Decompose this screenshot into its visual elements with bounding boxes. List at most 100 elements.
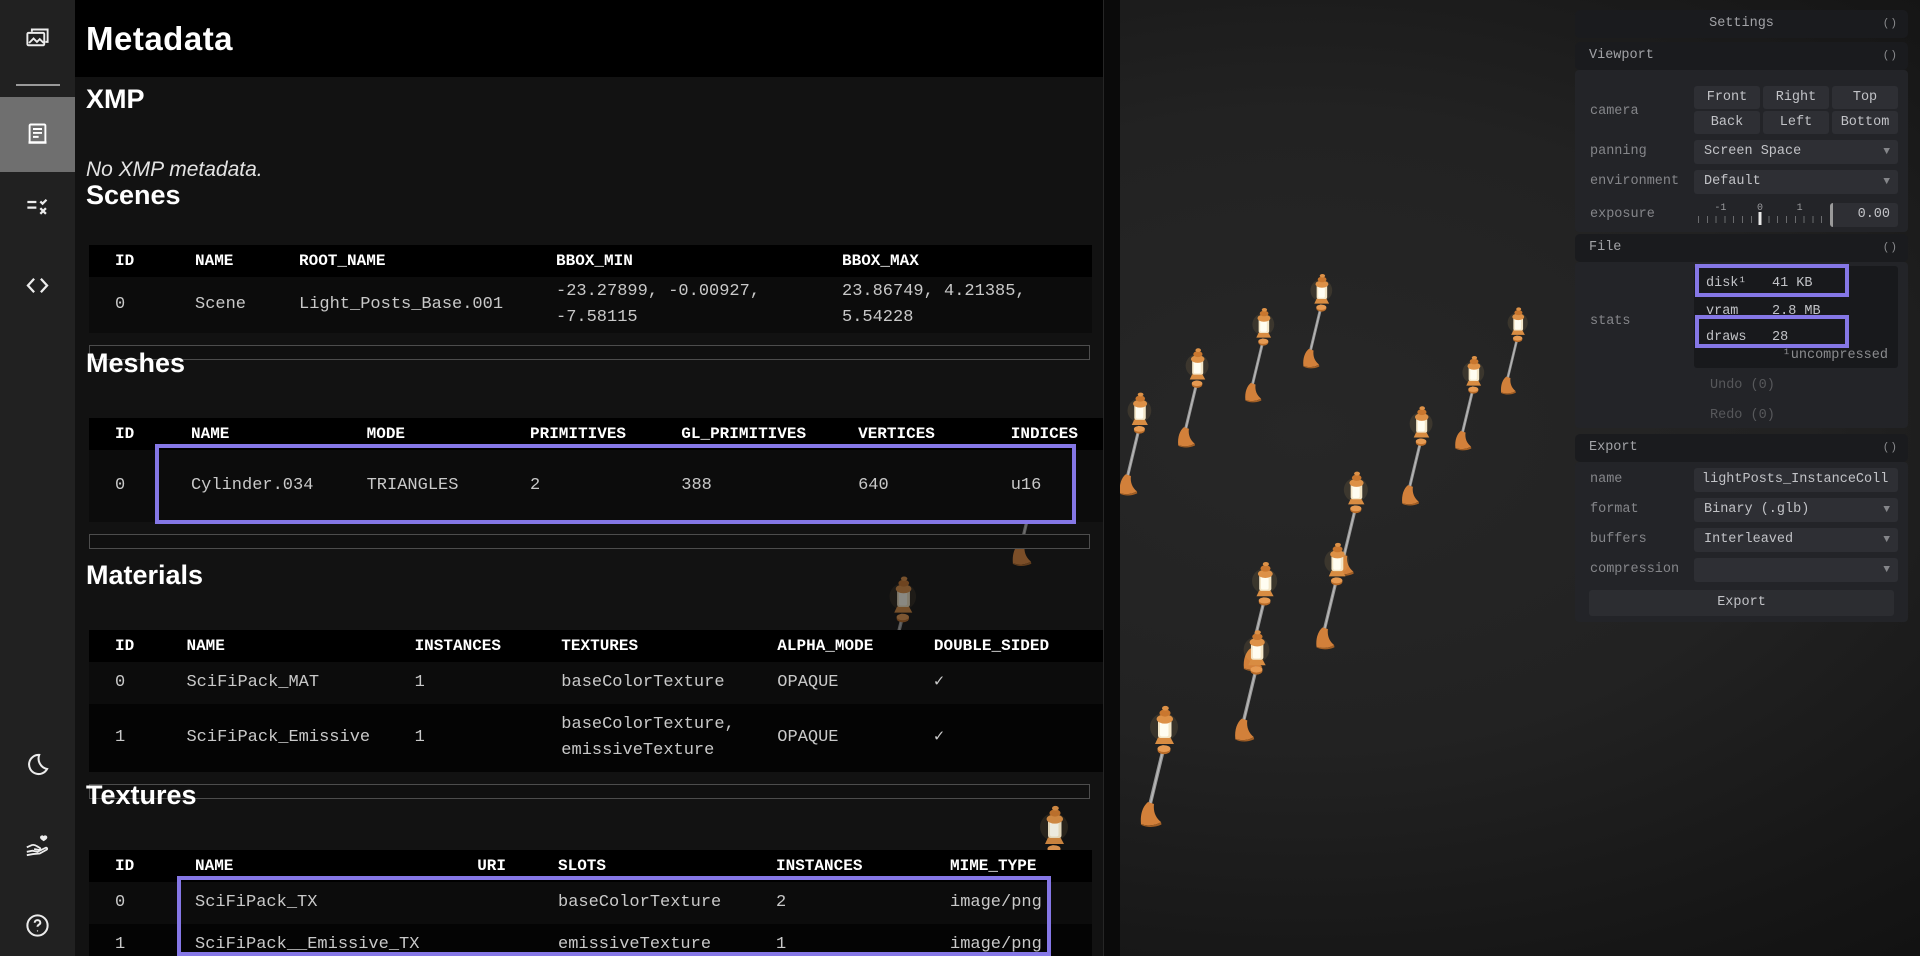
- camera-view-button-left[interactable]: Left: [1763, 111, 1829, 134]
- table-cell: ✓: [908, 704, 1119, 772]
- column-header: NAME: [165, 418, 341, 450]
- table-cell: baseColorTexture: [532, 882, 750, 924]
- column-header: MIME_TYPE: [924, 850, 1092, 882]
- column-header: MODE: [341, 418, 504, 450]
- section-title-xmp: XMP: [86, 84, 145, 115]
- panning-label: panning: [1590, 144, 1647, 159]
- images-icon[interactable]: [24, 25, 51, 52]
- table-cell: Light_Posts_Base.001: [273, 277, 530, 333]
- left-toolbar: [0, 0, 75, 956]
- lamp-post-model: [1298, 535, 1351, 649]
- code-icon[interactable]: [24, 272, 51, 299]
- viewport-folder-header[interactable]: Viewport (): [1575, 42, 1908, 70]
- table-footer-bar: [89, 534, 1090, 549]
- table-row: 1SciFiPack__Emissive_TXemissiveTexture1i…: [89, 924, 1092, 956]
- stat-label: vram: [1706, 304, 1738, 319]
- export-folder-header[interactable]: Export (): [1575, 434, 1908, 462]
- table-cell: 23.86749, 4.21385, 5.54228: [816, 277, 1092, 333]
- column-header: PRIMITIVES: [504, 418, 655, 450]
- column-header: DOUBLE_SIDED: [908, 630, 1119, 662]
- chevron-down-icon: ▼: [1883, 498, 1890, 522]
- table-footer-bar: [89, 784, 1090, 799]
- export-compression-label: compression: [1590, 562, 1679, 577]
- camera-view-button-front[interactable]: Front: [1694, 86, 1760, 109]
- chevron-down-icon: ▼: [1883, 558, 1890, 582]
- theme-moon-icon[interactable]: [24, 751, 51, 778]
- settings-pane: Settings () Viewport () camera FrontRigh…: [1575, 10, 1908, 622]
- table-cell: Cylinder.034: [165, 450, 341, 522]
- stat-label: disk¹: [1706, 276, 1747, 291]
- redo-button[interactable]: Redo (0): [1694, 404, 1898, 428]
- settings-header[interactable]: Settings (): [1575, 10, 1908, 38]
- exposure-slider-handle[interactable]: [1759, 212, 1762, 225]
- fold-icon[interactable]: (): [1883, 434, 1898, 462]
- viewport-folder-body: camera FrontRightTop BackLeftBottom panni…: [1575, 70, 1908, 232]
- table-cell: [429, 924, 532, 956]
- table-cell: SciFiPack_MAT: [160, 662, 388, 704]
- report-panel: Metadata XMPNo XMP metadata.ScenesIDNAME…: [75, 0, 1119, 956]
- lamp-post-model: [1385, 399, 1434, 506]
- camera-view-button-right[interactable]: Right: [1763, 86, 1829, 109]
- table-row: 1SciFiPack_Emissive1baseColorTexture, em…: [89, 704, 1119, 772]
- fold-icon[interactable]: (): [1883, 10, 1898, 38]
- section-title-scenes: Scenes: [86, 180, 181, 211]
- table-scenes: IDNAMEROOT_NAMEBBOX_MINBBOX_MAX0SceneLig…: [89, 245, 1092, 360]
- environment-select[interactable]: Default ▼: [1694, 170, 1898, 194]
- lamp-post-model: [1439, 349, 1486, 450]
- table-cell: baseColorTexture: [535, 662, 751, 704]
- export-compression-select[interactable]: ▼: [1694, 558, 1898, 582]
- column-header: ID: [89, 418, 165, 450]
- file-folder-header[interactable]: File (): [1575, 234, 1908, 262]
- table-cell: 1: [389, 704, 536, 772]
- table-cell: SciFiPack_Emissive: [160, 704, 388, 772]
- camera-view-button-bottom[interactable]: Bottom: [1832, 111, 1898, 134]
- camera-view-button-top[interactable]: Top: [1832, 86, 1898, 109]
- help-icon[interactable]: [24, 912, 51, 939]
- toolbar-divider: [16, 84, 60, 86]
- donate-hand-heart-icon[interactable]: [24, 831, 51, 858]
- table-cell: ✓: [908, 662, 1119, 704]
- column-header: NAME: [169, 850, 429, 882]
- exposure-slider[interactable]: -1 0 1: [1694, 200, 1826, 230]
- table-cell: 1: [750, 924, 924, 956]
- table-footer-bar: [89, 345, 1090, 360]
- stat-value: 28: [1772, 330, 1788, 345]
- validation-icon[interactable]: [24, 193, 51, 220]
- camera-label: camera: [1590, 104, 1639, 119]
- column-header: BBOX_MIN: [530, 245, 816, 277]
- table-cell: emissiveTexture: [532, 924, 750, 956]
- file-folder-body: stats ¹uncompressed disk¹41 KBvram2.8 MB…: [1575, 262, 1908, 428]
- lamp-post-model: [1287, 267, 1334, 368]
- column-header: INDICES: [985, 418, 1119, 450]
- column-header: ID: [89, 245, 169, 277]
- camera-view-button-back[interactable]: Back: [1694, 111, 1760, 134]
- fold-icon[interactable]: (): [1883, 42, 1898, 70]
- page-title: Metadata: [86, 0, 233, 77]
- table-cell: 1: [389, 662, 536, 704]
- export-button[interactable]: Export: [1589, 590, 1894, 616]
- report-icon[interactable]: [24, 120, 51, 147]
- section-title-textures: Textures: [86, 780, 197, 811]
- export-name-input[interactable]: lightPosts_InstanceColl: [1694, 468, 1898, 492]
- export-buffers-select[interactable]: Interleaved ▼: [1694, 528, 1898, 552]
- gltf-report-app: Metadata XMPNo XMP metadata.ScenesIDNAME…: [0, 0, 1920, 956]
- chevron-down-icon: ▼: [1883, 528, 1890, 552]
- lamp-post-model: [1161, 341, 1210, 448]
- stats-footnote: ¹uncompressed: [1783, 348, 1888, 363]
- table-cell: 0: [89, 277, 169, 333]
- table-row: 0SciFiPack_TXbaseColorTexture2image/png: [89, 882, 1092, 924]
- undo-button[interactable]: Undo (0): [1694, 374, 1898, 398]
- table-row: 0SceneLight_Posts_Base.001-23.27899, -0.…: [89, 277, 1092, 333]
- section-title-meshes: Meshes: [86, 348, 185, 379]
- table-cell: 2: [504, 450, 655, 522]
- lamp-post-model: [1229, 301, 1276, 402]
- fold-icon[interactable]: (): [1883, 234, 1898, 262]
- column-header: ID: [89, 850, 169, 882]
- stat-value: 41 KB: [1772, 276, 1813, 291]
- export-format-select[interactable]: Binary (.glb) ▼: [1694, 498, 1898, 522]
- report-scrollbar-track[interactable]: [1103, 0, 1120, 956]
- exposure-value-field[interactable]: 0.00: [1830, 203, 1898, 227]
- table-textures: IDNAMEURISLOTSINSTANCESMIME_TYPE0SciFiPa…: [89, 850, 1092, 956]
- table-cell: image/png: [924, 882, 1092, 924]
- panning-select[interactable]: Screen Space ▼: [1694, 140, 1898, 164]
